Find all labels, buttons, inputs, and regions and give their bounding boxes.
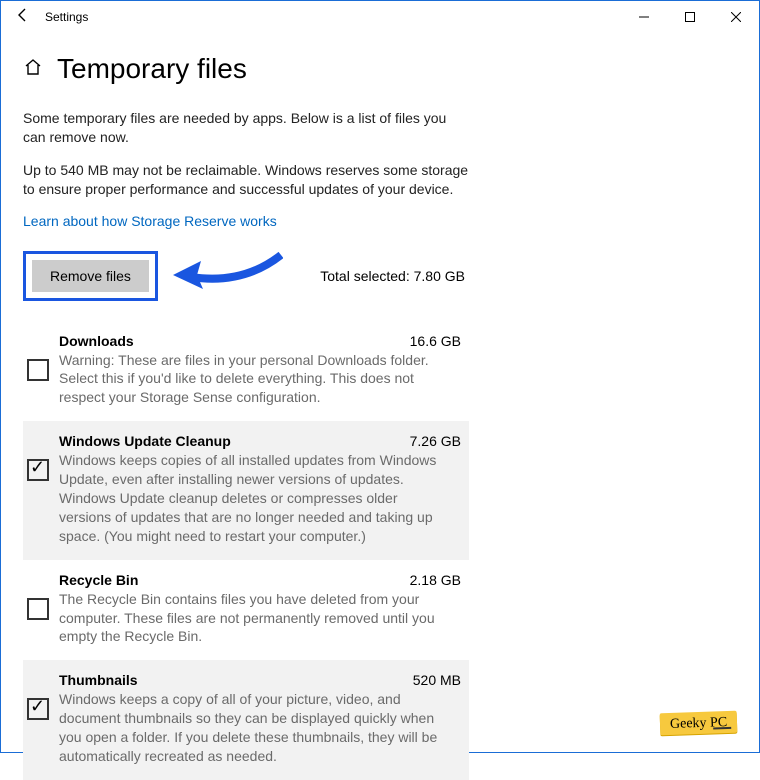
file-item-title: Thumbnails: [59, 672, 138, 688]
file-item-size: 16.6 GB: [410, 333, 461, 349]
page-title: Temporary files: [57, 53, 247, 85]
file-item-desc: Windows keeps a copy of all of your pict…: [59, 690, 439, 766]
intro-text-1: Some temporary files are needed by apps.…: [23, 109, 469, 147]
file-item: Thumbnails 520 MB Windows keeps a copy of …: [23, 660, 469, 780]
watermark: Geeky PC: [659, 711, 737, 736]
minimize-button[interactable]: [621, 1, 667, 33]
file-item-body: Downloads 16.6 GB Warning: These are files…: [59, 333, 461, 408]
remove-highlight: Remove files: [23, 251, 158, 301]
window-title: Settings: [45, 10, 88, 24]
maximize-button[interactable]: [667, 1, 713, 33]
checkbox[interactable]: [27, 459, 49, 481]
file-item-size: 520 MB: [413, 672, 461, 688]
file-item: Downloads 16.6 GB Warning: These are files…: [23, 321, 469, 422]
action-row: Remove files Total selected: 7.80 GB: [23, 251, 469, 301]
titlebar: Settings: [1, 1, 759, 33]
checkbox[interactable]: [27, 698, 49, 720]
back-button[interactable]: [9, 7, 37, 28]
file-item: Recycle Bin 2.18 GB The Recycle Bin contai…: [23, 560, 469, 661]
checkbox[interactable]: [27, 359, 49, 381]
close-button[interactable]: [713, 1, 759, 33]
file-item-desc: Warning: These are files in your persona…: [59, 351, 439, 408]
file-item-desc: Windows keeps copies of all installed up…: [59, 451, 439, 545]
file-list: Downloads 16.6 GB Warning: These are files…: [23, 321, 469, 780]
file-item-desc: The Recycle Bin contains files you have …: [59, 590, 439, 647]
file-item-size: 7.26 GB: [410, 433, 461, 449]
file-item-title: Downloads: [59, 333, 134, 349]
file-item-body: Thumbnails 520 MB Windows keeps a copy of …: [59, 672, 461, 766]
home-icon[interactable]: [23, 57, 43, 82]
intro-text-2: Up to 540 MB may not be reclaimable. Win…: [23, 161, 469, 199]
window-controls: [621, 1, 759, 33]
checkbox[interactable]: [27, 598, 49, 620]
file-item-body: Recycle Bin 2.18 GB The Recycle Bin contai…: [59, 572, 461, 647]
file-item-title: Recycle Bin: [59, 572, 138, 588]
content: Some temporary files are needed by apps.…: [1, 95, 491, 780]
arrow-annotation-icon: [173, 245, 283, 295]
total-selected: Total selected: 7.80 GB: [320, 268, 469, 284]
storage-reserve-link[interactable]: Learn about how Storage Reserve works: [23, 213, 277, 229]
page-header: Temporary files: [1, 33, 759, 95]
file-item-body: Windows Update Cleanup 7.26 GB Windows kee…: [59, 433, 461, 545]
file-item-size: 2.18 GB: [410, 572, 461, 588]
file-item: Windows Update Cleanup 7.26 GB Windows kee…: [23, 421, 469, 559]
remove-files-button[interactable]: Remove files: [32, 260, 149, 292]
file-item-title: Windows Update Cleanup: [59, 433, 231, 449]
